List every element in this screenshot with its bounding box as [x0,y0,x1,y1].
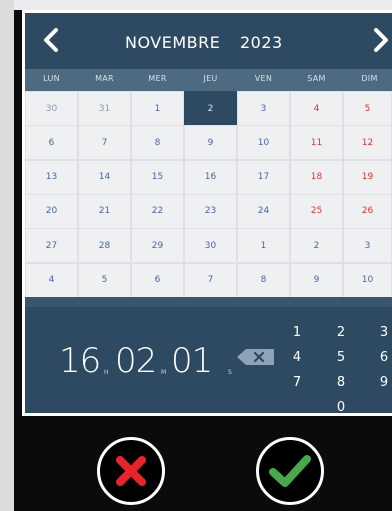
backspace-icon [237,349,274,365]
day-cell[interactable]: 10 [343,262,392,298]
day-cell[interactable]: 25 [290,193,343,229]
day-cell[interactable]: 30 [25,91,78,126]
day-cell[interactable]: 15 [131,159,184,195]
chevron-left-icon [44,28,58,52]
day-cell[interactable]: 18 [290,159,343,195]
day-cell[interactable]: 24 [237,193,290,229]
previous-month-button[interactable] [37,25,67,55]
keypad-key-2[interactable]: 2 [331,325,351,343]
day-cell[interactable]: 5 [343,91,392,126]
cross-icon [116,456,146,486]
hours-value[interactable]: 16 [59,341,101,381]
day-cell[interactable]: 16 [184,159,237,195]
keypad-key-7[interactable]: 7 [287,375,307,393]
day-cell[interactable]: 12 [343,125,392,161]
keypad-key-6[interactable]: 6 [374,350,392,368]
day-cell[interactable]: 27 [25,228,78,264]
calendar-grid: 30 31 1 2 3 4 5 6 7 8 9 10 11 12 13 14 15 16 17 18 19 20 21 22 2… [25,91,392,298]
day-cell[interactable]: 23 [184,193,237,229]
day-cell[interactable]: 30 [184,228,237,264]
day-cell[interactable]: 26 [343,193,392,229]
seconds-unit: S [228,369,232,376]
background-left-panel [0,0,14,511]
day-cell[interactable]: 8 [131,125,184,161]
day-cell[interactable]: 31 [78,91,131,126]
day-cell[interactable]: 1 [237,228,290,264]
selected-day-cell[interactable]: 2 [184,91,237,126]
day-cell[interactable]: 14 [78,159,131,195]
weekday-label: JEU [203,74,218,83]
cancel-button[interactable] [97,437,165,505]
calendar-header: NOVEMBRE 2023 [25,13,392,69]
day-cell[interactable]: 6 [131,262,184,298]
day-cell[interactable]: 20 [25,193,78,229]
day-cell[interactable]: 9 [290,262,343,298]
keypad-key-0[interactable]: 0 [331,400,351,413]
backspace-button[interactable] [237,349,275,365]
hours-unit: H [104,369,109,376]
day-cell[interactable]: 10 [237,125,290,161]
confirm-button[interactable] [256,437,324,505]
chevron-right-icon [374,28,388,52]
weekday-label: MER [148,74,167,83]
day-cell[interactable]: 17 [237,159,290,195]
day-cell[interactable]: 11 [290,125,343,161]
day-cell[interactable]: 22 [131,193,184,229]
time-panel: 16 H 02 M 01 S 1 2 3 4 5 6 7 8 9 0 [25,307,392,413]
seconds-value[interactable]: 01 [171,341,213,381]
keypad-key-1[interactable]: 1 [287,325,307,343]
day-cell[interactable]: 7 [78,125,131,161]
keypad-key-8[interactable]: 8 [331,375,351,393]
day-cell[interactable]: 19 [343,159,392,195]
weekday-label: LUN [43,74,60,83]
day-cell[interactable]: 2 [290,228,343,264]
day-cell[interactable]: 4 [290,91,343,126]
divider [25,297,392,307]
keypad-key-3[interactable]: 3 [374,325,392,343]
datetime-picker-dialog: NOVEMBRE 2023 LUN MAR MER JEU VEN SAM DIM 30 31… [22,10,392,416]
weekday-header: LUN MAR MER JEU VEN SAM DIM [25,69,392,91]
day-cell[interactable]: 29 [131,228,184,264]
year-label: 2023 [240,33,283,52]
day-cell[interactable]: 6 [25,125,78,161]
background-top-panel [14,0,392,10]
day-cell[interactable]: 7 [184,262,237,298]
month-label: NOVEMBRE [125,33,221,52]
weekday-label: MAR [95,74,114,83]
weekday-label: SAM [307,74,326,83]
keypad-key-5[interactable]: 5 [331,350,351,368]
minutes-value[interactable]: 02 [115,341,157,381]
day-cell[interactable]: 1 [131,91,184,126]
day-cell[interactable]: 13 [25,159,78,195]
keypad-key-4[interactable]: 4 [287,350,307,368]
minutes-unit: M [161,369,167,376]
keypad-key-9[interactable]: 9 [374,375,392,393]
next-month-button[interactable] [365,25,392,55]
day-cell[interactable]: 21 [78,193,131,229]
day-cell[interactable]: 4 [25,262,78,298]
weekday-label: VEN [254,74,273,83]
day-cell[interactable]: 3 [237,91,290,126]
day-cell[interactable]: 5 [78,262,131,298]
check-icon [269,455,311,487]
day-cell[interactable]: 9 [184,125,237,161]
weekday-label: DIM [361,74,378,83]
day-cell[interactable]: 8 [237,262,290,298]
day-cell[interactable]: 28 [78,228,131,264]
day-cell[interactable]: 3 [343,228,392,264]
